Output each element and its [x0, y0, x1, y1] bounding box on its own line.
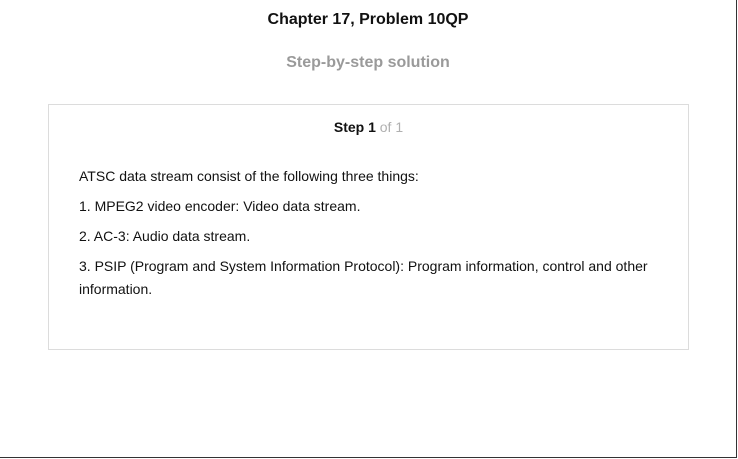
step-label: Step 1 [333, 119, 376, 135]
solution-paragraph-item-2: 2. AC-3: Audio data stream. [79, 228, 251, 244]
solution-paragraph-intro: ATSC data stream consist of the followin… [79, 168, 419, 184]
solution-paragraph-item-1: 1. MPEG2 video encoder: Video data strea… [79, 198, 361, 214]
chapter-title: Chapter 17, Problem 10QP [267, 11, 469, 28]
solution-content: ATSC data stream consist of the followin… [79, 165, 669, 308]
solution-page: Chapter 17, Problem 10QP Step-by-step so… [0, 0, 737, 458]
step-header: Step 1 of 1 [49, 119, 688, 135]
solution-paragraph-item-3: 3. PSIP (Program and System Information … [79, 258, 648, 297]
solution-card: Step 1 of 1 ATSC data stream consist of … [48, 104, 689, 350]
step-count: of 1 [379, 119, 404, 135]
step-by-step-subtitle: Step-by-step solution [286, 54, 450, 71]
